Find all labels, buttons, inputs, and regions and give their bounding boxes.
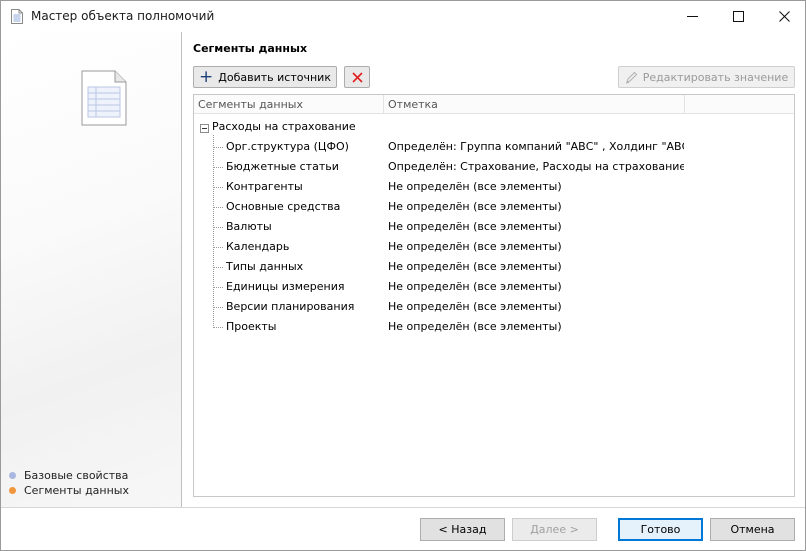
window-title: Мастер объекта полномочий bbox=[31, 9, 215, 23]
table-row[interactable]: Контрагенты Не определён (все элементы) bbox=[194, 177, 794, 197]
segment-mark: Не определён (все элементы) bbox=[388, 180, 562, 193]
segment-mark: Определён: Группа компаний "АВС" , Холди… bbox=[388, 140, 684, 153]
back-button[interactable]: < Назад bbox=[420, 518, 505, 541]
segment-mark: Не определён (все элементы) bbox=[388, 240, 562, 253]
step-label: Базовые свойства bbox=[24, 469, 129, 482]
segments-tree-grid[interactable]: Сегменты данных Отметка Расходы на страх… bbox=[193, 94, 795, 497]
table-row[interactable]: Основные средства Не определён (все элеме… bbox=[194, 197, 794, 217]
step-dot-icon bbox=[9, 487, 16, 494]
segment-mark: Не определён (все элементы) bbox=[388, 320, 562, 333]
table-row[interactable]: Валюты Не определён (все элементы) bbox=[194, 217, 794, 237]
edit-value-button[interactable]: Редактировать значение bbox=[618, 66, 795, 88]
segment-name: Контрагенты bbox=[226, 180, 303, 193]
table-row[interactable]: Версии планирования Не определён (все эле… bbox=[194, 297, 794, 317]
segment-name: Версии планирования bbox=[226, 300, 355, 313]
table-row[interactable]: Проекты Не определён (все элементы) bbox=[194, 317, 794, 337]
add-source-button[interactable]: + Добавить источник bbox=[193, 66, 337, 88]
close-icon bbox=[778, 11, 790, 22]
column-header-segments[interactable]: Сегменты данных bbox=[198, 98, 303, 111]
tree-root-node[interactable]: Расходы на страхование bbox=[194, 117, 794, 137]
maximize-icon bbox=[732, 11, 744, 22]
segment-mark: Не определён (все элементы) bbox=[388, 260, 562, 273]
segment-name: Основные средства bbox=[226, 200, 341, 213]
section-title: Сегменты данных bbox=[193, 42, 308, 55]
minimize-icon bbox=[686, 16, 698, 17]
segment-name: Проекты bbox=[226, 320, 277, 333]
segment-name: Орг.структура (ЦФО) bbox=[226, 140, 349, 153]
title-bar: Мастер объекта полномочий bbox=[1, 1, 805, 32]
pencil-icon bbox=[625, 71, 637, 83]
wizard-steps: Базовые свойства Сегменты данных bbox=[9, 468, 129, 498]
table-row[interactable]: Календарь Не определён (все элементы) bbox=[194, 237, 794, 257]
segment-name: Единицы измерения bbox=[226, 280, 345, 293]
column-separator bbox=[684, 95, 685, 114]
maximize-button[interactable] bbox=[715, 1, 761, 32]
close-button[interactable] bbox=[761, 1, 806, 32]
document-illustration-icon bbox=[81, 70, 127, 126]
segment-mark: Определён: Страхование, Расходы на страх… bbox=[388, 160, 684, 173]
segment-mark: Не определён (все элементы) bbox=[388, 200, 562, 213]
collapse-icon[interactable] bbox=[200, 124, 209, 133]
step-label: Сегменты данных bbox=[24, 484, 129, 497]
document-icon bbox=[11, 9, 23, 24]
step-basic-properties[interactable]: Базовые свойства bbox=[9, 468, 129, 483]
panel-divider bbox=[181, 32, 182, 507]
segment-name: Валюты bbox=[226, 220, 272, 233]
step-data-segments[interactable]: Сегменты данных bbox=[9, 483, 129, 498]
segment-name: Календарь bbox=[226, 240, 290, 253]
edit-value-label: Редактировать значение bbox=[642, 70, 789, 84]
segment-mark: Не определён (все элементы) bbox=[388, 220, 562, 233]
add-source-label: Добавить источник bbox=[218, 70, 331, 84]
table-row[interactable]: Бюджетные статьи Определён: Страхование, … bbox=[194, 157, 794, 177]
table-row[interactable]: Орг.структура (ЦФО) Определён: Группа ком… bbox=[194, 137, 794, 157]
wizard-side-panel: Базовые свойства Сегменты данных bbox=[1, 32, 181, 507]
table-row[interactable]: Единицы измерения Не определён (все элеме… bbox=[194, 277, 794, 297]
segment-name: Бюджетные статьи bbox=[226, 160, 339, 173]
delete-x-icon bbox=[351, 71, 363, 83]
wizard-window: Мастер объекта полномочий Базовые свойст… bbox=[0, 0, 806, 551]
column-header-mark[interactable]: Отметка bbox=[388, 98, 438, 111]
root-node-label: Расходы на страхование bbox=[212, 120, 356, 133]
table-row[interactable]: Типы данных Не определён (все элементы) bbox=[194, 257, 794, 277]
next-button[interactable]: Далее > bbox=[512, 518, 597, 541]
step-dot-icon bbox=[9, 472, 16, 479]
plus-icon: + bbox=[199, 66, 214, 87]
segment-name: Типы данных bbox=[226, 260, 304, 273]
minimize-button[interactable] bbox=[669, 1, 715, 32]
delete-button[interactable] bbox=[344, 66, 370, 88]
done-button[interactable]: Готово bbox=[618, 518, 703, 541]
segment-mark: Не определён (все элементы) bbox=[388, 300, 562, 313]
segment-mark: Не определён (все элементы) bbox=[388, 280, 562, 293]
footer-divider bbox=[1, 507, 805, 508]
cancel-button[interactable]: Отмена bbox=[710, 518, 795, 541]
grid-header: Сегменты данных Отметка bbox=[194, 95, 794, 114]
column-separator bbox=[383, 95, 384, 114]
